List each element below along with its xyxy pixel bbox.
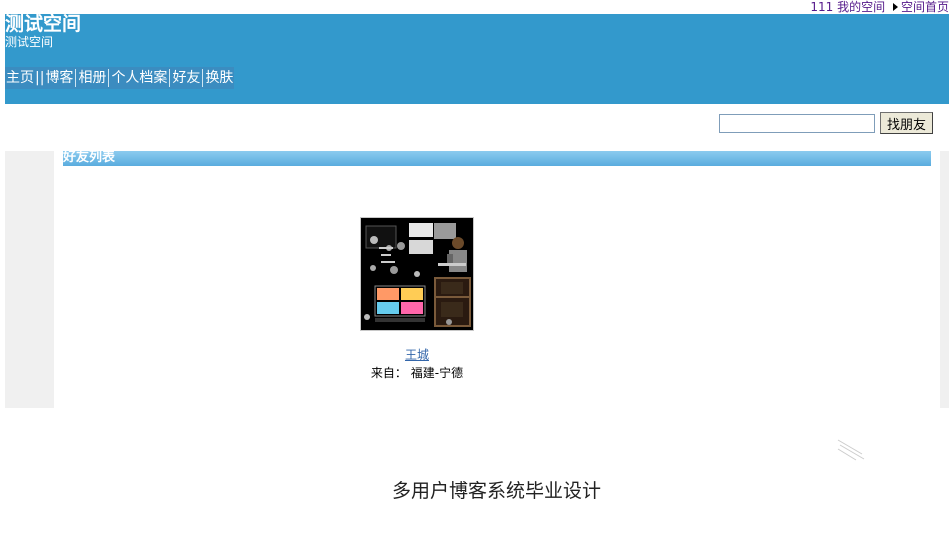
top-user-bar: 111 我的空间 空间首页: [810, 0, 949, 14]
nav-divider: [75, 69, 77, 87]
diagonal-lines-icon: [837, 439, 865, 461]
friend-avatar[interactable]: [360, 217, 474, 331]
friend-name-link[interactable]: 王城: [360, 346, 474, 363]
nav-album[interactable]: 相册: [77, 67, 107, 89]
friend-card: 王城 来自： 福建-宁德: [360, 217, 474, 381]
from-label: 来自：: [370, 366, 407, 380]
username: 111: [810, 0, 834, 14]
friend-list-header: 好友列表: [63, 151, 931, 166]
avatar-collage-image: [361, 218, 473, 330]
space-subtitle: 测试空间: [5, 35, 54, 49]
nav-profile[interactable]: 个人档案: [110, 67, 168, 89]
nav-separator: ||: [35, 70, 45, 86]
nav-divider: [202, 69, 204, 87]
friend-location: 福建-宁德: [410, 366, 464, 380]
right-sidebar: [940, 151, 949, 408]
left-sidebar: [5, 151, 54, 408]
main-nav: 主页 || 博客 相册 个人档案 好友 换肤: [5, 67, 235, 89]
header-banner: 测试空间 测试空间 主页 || 博客 相册 个人档案 好友 换肤: [5, 14, 949, 104]
space-title: 测试空间: [5, 13, 82, 35]
nav-skin[interactable]: 换肤: [204, 67, 234, 89]
nav-home[interactable]: 主页: [5, 67, 35, 89]
friend-search-input[interactable]: [719, 113, 875, 133]
nav-blog[interactable]: 博客: [44, 67, 74, 89]
find-friend-button[interactable]: 找朋友: [880, 112, 934, 134]
footer-text: 多用户博客系统毕业设计: [391, 480, 601, 502]
nav-friends[interactable]: 好友: [171, 67, 201, 89]
friend-location-line: 来自： 福建-宁德: [360, 364, 474, 381]
nav-divider: [169, 69, 171, 87]
my-space-link[interactable]: 我的空间: [837, 0, 885, 14]
space-home-link[interactable]: 空间首页: [901, 0, 949, 14]
right-triangle-icon: [892, 3, 898, 11]
friend-search: 找朋友: [719, 112, 934, 134]
nav-divider: [108, 69, 110, 87]
